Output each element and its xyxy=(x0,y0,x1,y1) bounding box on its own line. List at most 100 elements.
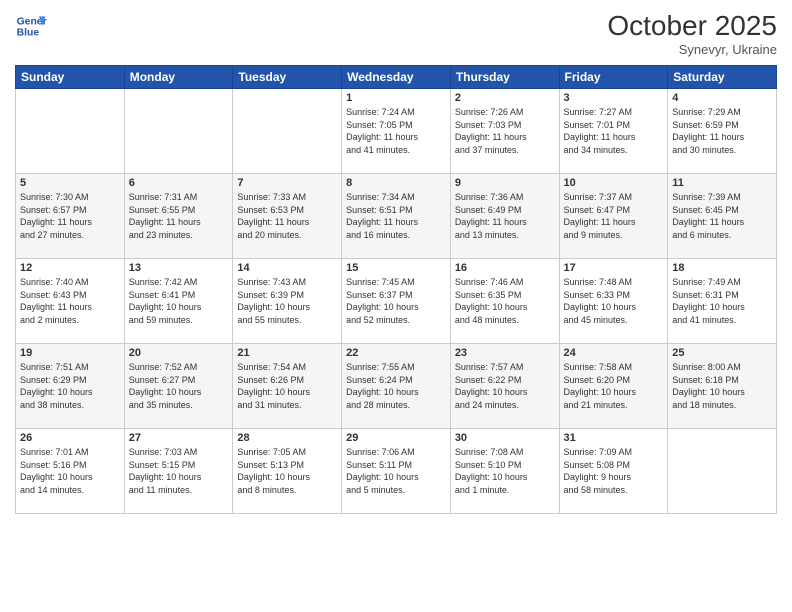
day-number: 29 xyxy=(346,432,446,444)
day-info: Sunrise: 7:27 AM Sunset: 7:01 PM Dayligh… xyxy=(564,106,664,156)
day-number: 1 xyxy=(346,92,446,104)
day-number: 2 xyxy=(455,92,555,104)
table-row xyxy=(668,429,777,514)
header: General Blue October 2025 Synevyr, Ukrai… xyxy=(15,10,777,57)
day-number: 25 xyxy=(672,347,772,359)
table-row xyxy=(124,89,233,174)
day-number: 20 xyxy=(129,347,229,359)
table-row: 17 Sunrise: 7:48 AM Sunset: 6:33 PM Dayli… xyxy=(559,259,668,344)
calendar-week-row: 19 Sunrise: 7:51 AM Sunset: 6:29 PM Dayli… xyxy=(16,344,777,429)
table-row: 10 Sunrise: 7:37 AM Sunset: 6:47 PM Dayli… xyxy=(559,174,668,259)
day-number: 5 xyxy=(20,177,120,189)
table-row: 22 Sunrise: 7:55 AM Sunset: 6:24 PM Dayli… xyxy=(342,344,451,429)
day-info: Sunrise: 7:05 AM Sunset: 5:13 PM Dayligh… xyxy=(237,446,337,496)
day-info: Sunrise: 7:30 AM Sunset: 6:57 PM Dayligh… xyxy=(20,191,120,241)
table-row: 19 Sunrise: 7:51 AM Sunset: 6:29 PM Dayli… xyxy=(16,344,125,429)
day-info: Sunrise: 7:09 AM Sunset: 5:08 PM Dayligh… xyxy=(564,446,664,496)
day-info: Sunrise: 8:00 AM Sunset: 6:18 PM Dayligh… xyxy=(672,361,772,411)
day-info: Sunrise: 7:55 AM Sunset: 6:24 PM Dayligh… xyxy=(346,361,446,411)
table-row: 21 Sunrise: 7:54 AM Sunset: 6:26 PM Dayli… xyxy=(233,344,342,429)
day-info: Sunrise: 7:36 AM Sunset: 6:49 PM Dayligh… xyxy=(455,191,555,241)
day-number: 30 xyxy=(455,432,555,444)
header-thursday: Thursday xyxy=(450,66,559,89)
day-info: Sunrise: 7:39 AM Sunset: 6:45 PM Dayligh… xyxy=(672,191,772,241)
day-number: 15 xyxy=(346,262,446,274)
table-row: 12 Sunrise: 7:40 AM Sunset: 6:43 PM Dayli… xyxy=(16,259,125,344)
header-sunday: Sunday xyxy=(16,66,125,89)
table-row: 27 Sunrise: 7:03 AM Sunset: 5:15 PM Dayli… xyxy=(124,429,233,514)
day-number: 26 xyxy=(20,432,120,444)
day-number: 4 xyxy=(672,92,772,104)
table-row: 5 Sunrise: 7:30 AM Sunset: 6:57 PM Daylig… xyxy=(16,174,125,259)
day-number: 14 xyxy=(237,262,337,274)
day-info: Sunrise: 7:42 AM Sunset: 6:41 PM Dayligh… xyxy=(129,276,229,326)
day-info: Sunrise: 7:06 AM Sunset: 5:11 PM Dayligh… xyxy=(346,446,446,496)
day-number: 17 xyxy=(564,262,664,274)
table-row: 25 Sunrise: 8:00 AM Sunset: 6:18 PM Dayli… xyxy=(668,344,777,429)
day-info: Sunrise: 7:54 AM Sunset: 6:26 PM Dayligh… xyxy=(237,361,337,411)
table-row: 24Sunrise: 7:58 AM Sunset: 6:20 PM Dayli… xyxy=(559,344,668,429)
svg-text:Blue: Blue xyxy=(17,28,40,39)
month-title: October 2025 xyxy=(607,10,777,42)
day-number: 6 xyxy=(129,177,229,189)
day-info: Sunrise: 7:40 AM Sunset: 6:43 PM Dayligh… xyxy=(20,276,120,326)
table-row: 14 Sunrise: 7:43 AM Sunset: 6:39 PM Dayli… xyxy=(233,259,342,344)
calendar-week-row: 5 Sunrise: 7:30 AM Sunset: 6:57 PM Daylig… xyxy=(16,174,777,259)
table-row: 7 Sunrise: 7:33 AM Sunset: 6:53 PM Daylig… xyxy=(233,174,342,259)
day-info: Sunrise: 7:01 AM Sunset: 5:16 PM Dayligh… xyxy=(20,446,120,496)
header-saturday: Saturday xyxy=(668,66,777,89)
day-info: Sunrise: 7:43 AM Sunset: 6:39 PM Dayligh… xyxy=(237,276,337,326)
table-row: 20 Sunrise: 7:52 AM Sunset: 6:27 PM Dayli… xyxy=(124,344,233,429)
day-info: Sunrise: 7:33 AM Sunset: 6:53 PM Dayligh… xyxy=(237,191,337,241)
table-row xyxy=(16,89,125,174)
day-number: 23 xyxy=(455,347,555,359)
day-number: 7 xyxy=(237,177,337,189)
table-row: 30 Sunrise: 7:08 AM Sunset: 5:10 PM Dayli… xyxy=(450,429,559,514)
day-info: Sunrise: 7:29 AM Sunset: 6:59 PM Dayligh… xyxy=(672,106,772,156)
calendar-week-row: 26 Sunrise: 7:01 AM Sunset: 5:16 PM Dayli… xyxy=(16,429,777,514)
table-row: 26 Sunrise: 7:01 AM Sunset: 5:16 PM Dayli… xyxy=(16,429,125,514)
calendar-week-row: 1Sunrise: 7:24 AM Sunset: 7:05 PM Daylig… xyxy=(16,89,777,174)
table-row: 16Sunrise: 7:46 AM Sunset: 6:35 PM Dayli… xyxy=(450,259,559,344)
table-row: 6 Sunrise: 7:31 AM Sunset: 6:55 PM Daylig… xyxy=(124,174,233,259)
calendar-table: Sunday Monday Tuesday Wednesday Thursday… xyxy=(15,65,777,514)
day-info: Sunrise: 7:31 AM Sunset: 6:55 PM Dayligh… xyxy=(129,191,229,241)
day-number: 19 xyxy=(20,347,120,359)
day-info: Sunrise: 7:46 AM Sunset: 6:35 PM Dayligh… xyxy=(455,276,555,326)
day-number: 21 xyxy=(237,347,337,359)
day-info: Sunrise: 7:45 AM Sunset: 6:37 PM Dayligh… xyxy=(346,276,446,326)
day-info: Sunrise: 7:34 AM Sunset: 6:51 PM Dayligh… xyxy=(346,191,446,241)
day-info: Sunrise: 7:51 AM Sunset: 6:29 PM Dayligh… xyxy=(20,361,120,411)
day-info: Sunrise: 7:08 AM Sunset: 5:10 PM Dayligh… xyxy=(455,446,555,496)
table-row: 31Sunrise: 7:09 AM Sunset: 5:08 PM Dayli… xyxy=(559,429,668,514)
day-info: Sunrise: 7:03 AM Sunset: 5:15 PM Dayligh… xyxy=(129,446,229,496)
header-monday: Monday xyxy=(124,66,233,89)
logo: General Blue xyxy=(15,10,47,42)
day-info: Sunrise: 7:49 AM Sunset: 6:31 PM Dayligh… xyxy=(672,276,772,326)
day-number: 11 xyxy=(672,177,772,189)
table-row: 3Sunrise: 7:27 AM Sunset: 7:01 PM Daylig… xyxy=(559,89,668,174)
table-row: 15 Sunrise: 7:45 AM Sunset: 6:37 PM Dayli… xyxy=(342,259,451,344)
subtitle: Synevyr, Ukraine xyxy=(607,42,777,57)
day-info: Sunrise: 7:52 AM Sunset: 6:27 PM Dayligh… xyxy=(129,361,229,411)
table-row: 29 Sunrise: 7:06 AM Sunset: 5:11 PM Dayli… xyxy=(342,429,451,514)
table-row xyxy=(233,89,342,174)
day-info: Sunrise: 7:48 AM Sunset: 6:33 PM Dayligh… xyxy=(564,276,664,326)
day-number: 13 xyxy=(129,262,229,274)
day-number: 22 xyxy=(346,347,446,359)
header-friday: Friday xyxy=(559,66,668,89)
day-number: 10 xyxy=(564,177,664,189)
page: General Blue October 2025 Synevyr, Ukrai… xyxy=(0,0,792,612)
calendar-week-row: 12 Sunrise: 7:40 AM Sunset: 6:43 PM Dayli… xyxy=(16,259,777,344)
day-info: Sunrise: 7:37 AM Sunset: 6:47 PM Dayligh… xyxy=(564,191,664,241)
day-number: 27 xyxy=(129,432,229,444)
table-row: 1Sunrise: 7:24 AM Sunset: 7:05 PM Daylig… xyxy=(342,89,451,174)
header-wednesday: Wednesday xyxy=(342,66,451,89)
table-row: 18Sunrise: 7:49 AM Sunset: 6:31 PM Dayli… xyxy=(668,259,777,344)
calendar-header-row: Sunday Monday Tuesday Wednesday Thursday… xyxy=(16,66,777,89)
table-row: 8Sunrise: 7:34 AM Sunset: 6:51 PM Daylig… xyxy=(342,174,451,259)
table-row: 11 Sunrise: 7:39 AM Sunset: 6:45 PM Dayli… xyxy=(668,174,777,259)
table-row: 13 Sunrise: 7:42 AM Sunset: 6:41 PM Dayli… xyxy=(124,259,233,344)
day-number: 12 xyxy=(20,262,120,274)
table-row: 9Sunrise: 7:36 AM Sunset: 6:49 PM Daylig… xyxy=(450,174,559,259)
